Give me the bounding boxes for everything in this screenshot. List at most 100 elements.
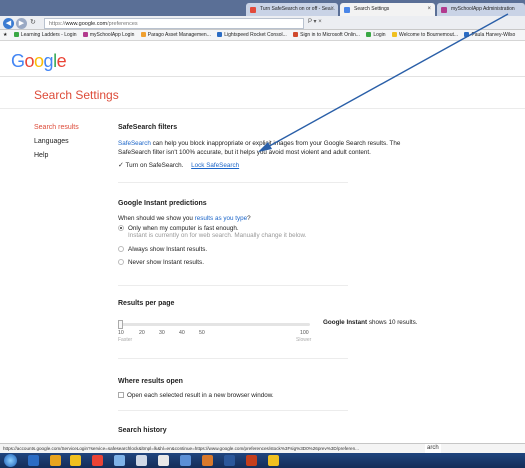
section-divider (118, 410, 348, 411)
title-divider (0, 108, 525, 109)
results-as-you-type-link[interactable]: results as you type (195, 215, 248, 222)
forward-button[interactable]: ▶ (16, 18, 27, 29)
tab-label: mySchoolApp Administration (451, 6, 515, 12)
word-icon[interactable] (224, 455, 235, 466)
bookmark-myschoolapp[interactable]: mySchoolApp Login (82, 30, 135, 40)
media-icon[interactable] (92, 455, 103, 466)
safesearch-link[interactable]: SafeSearch (118, 140, 151, 147)
section-divider (118, 358, 348, 359)
bookmark-lightspeed[interactable]: Lightspeed Rocket Consol... (217, 30, 287, 40)
bookmark-icon (217, 32, 223, 38)
checkmark-icon[interactable]: ✓ (118, 162, 124, 169)
results-note-text: shows 10 results. (367, 319, 418, 326)
status-tail: arch (425, 444, 441, 453)
tick-50: 50 (199, 330, 205, 336)
instant-note: Instant is currently on for web search. … (128, 232, 307, 239)
page-title: Search Settings (34, 88, 119, 102)
tick-20: 20 (139, 330, 145, 336)
back-button[interactable]: ◀ (3, 18, 14, 29)
results-per-page-section: Results per page (118, 300, 518, 307)
bookmark-microsoft[interactable]: Sign in to Microsoft Onlin... (293, 30, 360, 40)
bookmark-icon (391, 32, 397, 38)
question-mark: ? (247, 215, 251, 222)
app-icon[interactable] (180, 455, 191, 466)
sidebar-item-help[interactable]: Help (34, 152, 79, 159)
safesearch-checkbox-label[interactable]: Turn on SafeSearch (126, 162, 182, 169)
safesearch-section: SafeSearch filters SafeSearch can help y… (118, 124, 518, 169)
results-slider-track[interactable] (120, 323, 310, 326)
section-divider (118, 285, 348, 286)
bookmark-label: Login (373, 32, 386, 38)
new-window-checkbox[interactable] (118, 392, 124, 399)
section-divider (118, 182, 348, 183)
bookmark-label: mySchoolApp Login (89, 32, 135, 38)
google-favicon-icon (344, 7, 350, 13)
app-icon[interactable] (136, 455, 147, 466)
safesearch-desc-2: SafeSearch filter isn't 100% accurate, b… (118, 149, 371, 156)
results-slider-handle[interactable] (118, 320, 123, 329)
search-history-heading: Search history (118, 427, 167, 434)
powerpoint-icon[interactable] (246, 455, 257, 466)
bookmark-label: Learning Ladders - Login (20, 32, 77, 38)
chrome-icon[interactable] (70, 455, 81, 466)
tab-strip: Turn SafeSearch on or off - Sea... × Sea… (0, 0, 525, 16)
bookmark-learning-ladders[interactable]: Learning Ladders - Login (13, 30, 77, 40)
bookmarks-bar: ★ Learning Ladders - Login mySchoolApp L… (0, 30, 525, 41)
sidebar-item-languages[interactable]: Languages (34, 138, 79, 145)
google-logo[interactable]: Google (11, 51, 67, 72)
instant-option-label: Always show Instant results. (128, 246, 208, 253)
tab-myschoolapp[interactable]: mySchoolApp Administration (437, 3, 525, 16)
new-window-option[interactable]: Open each selected result in a new brows… (118, 392, 518, 399)
bookmark-label: Lightspeed Rocket Consol... (224, 32, 287, 38)
tab-search-settings[interactable]: Search Settings × (340, 3, 435, 16)
instant-option-never[interactable]: Never show Instant results. (118, 259, 518, 266)
radio-unselected[interactable] (118, 259, 124, 266)
bookmark-icon (366, 32, 372, 38)
bookmark-bournemouth[interactable]: Welcome to Bournemout... (391, 30, 459, 40)
google-instant-label: Google Instant (323, 319, 368, 326)
new-window-label: Open each selected result in a new brows… (127, 392, 274, 399)
address-bar[interactable]: https://www.google.com/preferences (44, 18, 304, 29)
close-icon[interactable]: × (330, 3, 334, 16)
refresh-icon[interactable]: ↻ (30, 18, 36, 26)
tab-safesearch-help[interactable]: Turn SafeSearch on or off - Sea... × (246, 3, 338, 16)
instant-heading: Google Instant predictions (118, 200, 207, 207)
status-url: https://accounts.google.com/ServiceLogin… (3, 446, 359, 451)
instant-option-fast[interactable]: Only when my computer is fast enough. (118, 225, 518, 232)
instant-section: Google Instant predictions When should w… (118, 200, 518, 266)
google-favicon-icon (250, 7, 256, 13)
close-icon[interactable]: × (427, 3, 431, 16)
search-history-section: Search history (118, 427, 518, 434)
file-explorer-icon[interactable] (50, 455, 61, 466)
instant-question: When should we show you results as you t… (118, 215, 518, 222)
app-icon[interactable] (268, 455, 279, 466)
address-bar-icons[interactable]: P ▾ × (308, 18, 322, 25)
bookmark-login[interactable]: Login (366, 30, 386, 40)
radio-selected[interactable] (118, 225, 124, 232)
bookmark-label: Paula Harvey-Wilso (471, 32, 516, 38)
instant-option-label: Only when my computer is fast enough. (128, 225, 239, 232)
start-icon[interactable] (4, 454, 17, 467)
bookmark-label: Welcome to Bournemout... (398, 32, 459, 38)
app-icon[interactable] (158, 455, 169, 466)
colon: . (181, 162, 184, 169)
bookmark-parago[interactable]: Parago Asset Managemen... (140, 30, 211, 40)
tab-label: Search Settings (354, 6, 390, 12)
instant-option-always[interactable]: Always show Instant results. (118, 246, 518, 253)
slower-label: Slower (296, 337, 312, 343)
outlook-icon[interactable] (202, 455, 213, 466)
safesearch-description: SafeSearch can help you block inappropri… (118, 139, 518, 157)
safesearch-row: ✓ Turn on SafeSearch. Lock SafeSearch (118, 161, 518, 169)
radio-unselected[interactable] (118, 246, 124, 253)
ie-icon[interactable] (28, 455, 39, 466)
sidebar-item-search-results[interactable]: Search results (34, 124, 79, 131)
instant-question-text: When should we show you (118, 215, 195, 222)
status-bar: https://accounts.google.com/ServiceLogin… (0, 443, 525, 453)
url-path: /preferences (107, 21, 138, 27)
where-open-heading: Where results open (118, 378, 183, 385)
star-icon: ★ (3, 32, 8, 38)
lock-safesearch-link[interactable]: Lock SafeSearch (191, 162, 239, 169)
browser-navbar: ◀ ▶ ↻ https://www.google.com/preferences… (0, 16, 525, 30)
app-icon[interactable] (114, 455, 125, 466)
bookmark-paula[interactable]: Paula Harvey-Wilso (464, 30, 516, 40)
